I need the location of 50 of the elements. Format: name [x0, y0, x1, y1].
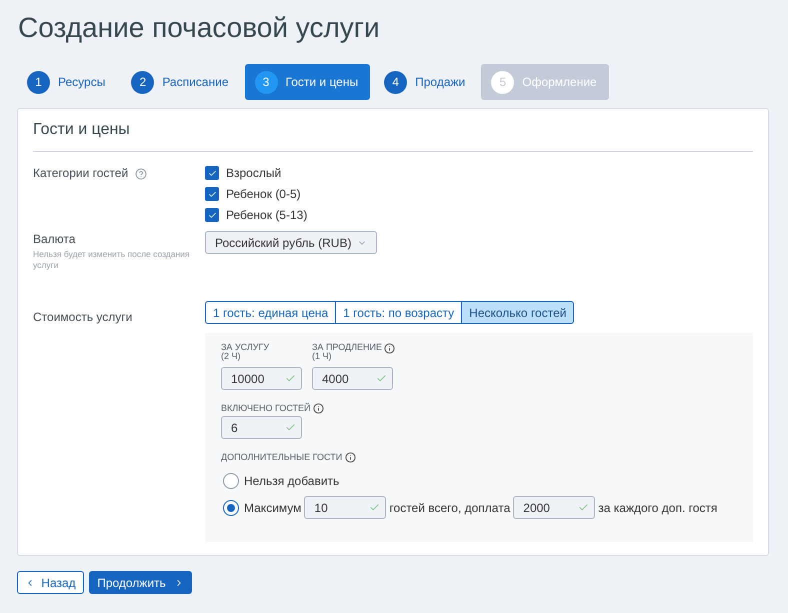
back-button[interactable]: Назад	[17, 571, 84, 594]
checkbox[interactable]	[205, 166, 219, 180]
radio-button[interactable]	[223, 500, 239, 516]
help-icon[interactable]	[135, 168, 148, 180]
inline-text: за каждого доп. гостя	[598, 500, 718, 516]
step-number: 5	[491, 70, 514, 94]
field-label: Валюта	[33, 232, 76, 246]
pricing-mode-tab[interactable]: 1 гость: единая цена	[205, 301, 336, 324]
check-icon	[208, 210, 216, 220]
step-tab[interactable]: 1 Ресурсы	[17, 64, 118, 100]
field-label: ЗА УСЛУГУ (2 Ч)	[221, 343, 270, 361]
step-number: 2	[131, 70, 154, 94]
step-number: 1	[27, 70, 50, 94]
number-input[interactable]: 10	[304, 496, 386, 519]
number-input[interactable]: 2000	[513, 496, 596, 519]
step-tab[interactable]: 2 Расписание	[121, 64, 240, 100]
page-title: Создание почасовой услуги	[18, 11, 380, 45]
step-tab[interactable]: 3 Гости и цены	[244, 64, 370, 100]
check-icon	[208, 190, 216, 198]
currency-select[interactable]: Российский рубль (RUB)	[205, 231, 378, 254]
field-hint: Нельзя будет изменить после создания услуги	[33, 249, 191, 271]
number-input[interactable]: 6	[221, 416, 302, 439]
checkbox[interactable]	[205, 187, 219, 201]
section-title: Гости и цены	[33, 120, 130, 140]
radio-label: Максимум	[244, 500, 302, 516]
checkbox-label: Ребенок (0-5)	[226, 187, 301, 201]
step-tab[interactable]: 4 Продажи	[374, 64, 478, 100]
continue-button[interactable]: Продолжить	[89, 571, 192, 594]
info-icon[interactable]	[312, 402, 324, 414]
check-icon	[208, 168, 216, 178]
checkbox-label: Взрослый	[226, 166, 282, 180]
number-input[interactable]: 10000	[221, 367, 302, 390]
pricing-mode-tab[interactable]: 1 гость: по возрасту	[335, 301, 462, 324]
number-input[interactable]: 4000	[312, 367, 393, 390]
field-label: Стоимость услуги	[33, 310, 132, 324]
field-label: Категории гостей	[33, 166, 128, 180]
radio-label: Нельзя добавить	[244, 472, 340, 490]
pricing-mode-tab[interactable]: Несколько гостей	[461, 301, 574, 324]
info-icon[interactable]	[384, 343, 395, 354]
inline-text: гостей всего, доплата	[389, 500, 510, 516]
field-label: ДОПОЛНИТЕЛЬНЫЕ ГОСТИ	[221, 452, 342, 462]
field-label: ЗА ПРОДЛЕНИЕ (1 Ч)	[312, 343, 382, 361]
step-tab: 5 Оформление	[481, 64, 609, 100]
info-icon[interactable]	[345, 452, 356, 462]
step-number: 3	[254, 70, 278, 94]
checkbox-label: Ребенок (5-13)	[226, 208, 308, 222]
step-number: 4	[384, 70, 408, 94]
radio-button[interactable]	[223, 472, 239, 488]
checkbox[interactable]	[205, 208, 219, 222]
field-label: ВКЛЮЧЕНО ГОСТЕЙ	[221, 403, 310, 413]
